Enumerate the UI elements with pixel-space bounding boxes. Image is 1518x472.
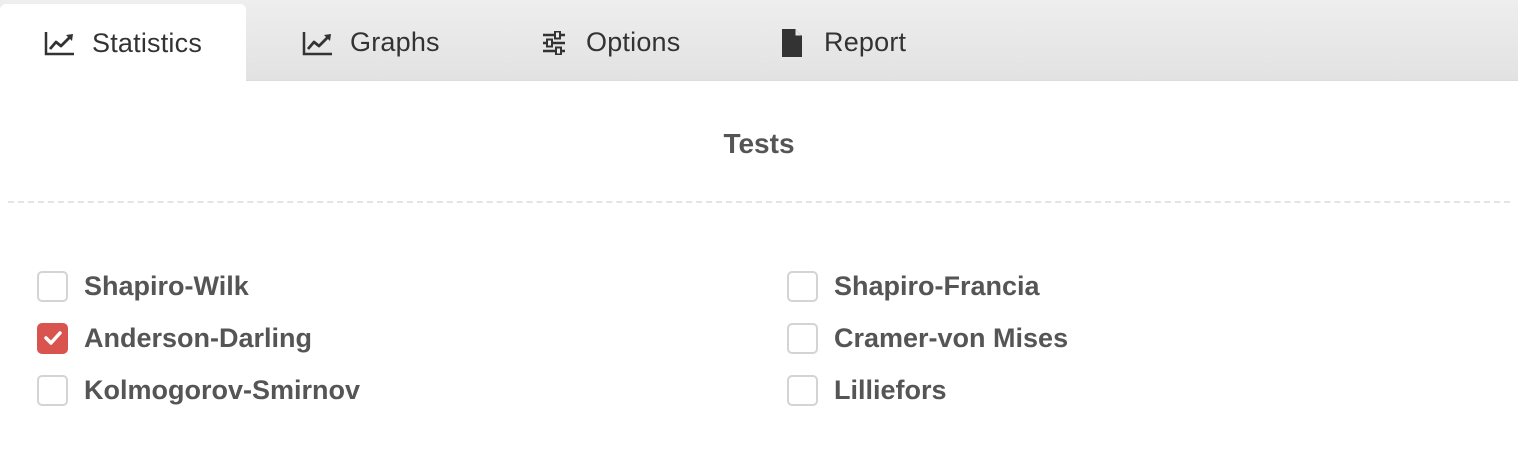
test-label: Shapiro-Wilk bbox=[84, 270, 249, 301]
test-label: Anderson-Darling bbox=[84, 322, 313, 353]
tab-report[interactable]: Report bbox=[776, 4, 976, 81]
tab-label: Options bbox=[586, 27, 681, 57]
tab-options[interactable]: Options bbox=[538, 4, 738, 81]
tab-statistics[interactable]: Statistics bbox=[0, 4, 246, 82]
test-option-kolmogorov-smirnov[interactable]: Kolmogorov-Smirnov bbox=[37, 373, 360, 407]
sliders-icon bbox=[538, 27, 570, 59]
test-label: Lilliefors bbox=[834, 374, 947, 405]
test-label: Shapiro-Francia bbox=[834, 270, 1040, 301]
test-option-lilliefors[interactable]: Lilliefors bbox=[787, 373, 947, 407]
checkbox[interactable] bbox=[37, 270, 68, 302]
file-icon bbox=[776, 27, 808, 59]
checkbox[interactable] bbox=[37, 322, 68, 354]
tab-label: Report bbox=[824, 27, 907, 57]
test-option-cramer-von-mises[interactable]: Cramer-von Mises bbox=[787, 321, 1068, 355]
checkbox[interactable] bbox=[787, 270, 818, 302]
checkbox[interactable] bbox=[37, 374, 68, 406]
tab-label: Statistics bbox=[92, 27, 203, 58]
test-label: Cramer-von Mises bbox=[834, 322, 1069, 353]
checkbox[interactable] bbox=[787, 374, 818, 406]
line-chart-icon bbox=[44, 27, 76, 59]
tab-label: Graphs bbox=[350, 27, 440, 57]
checkmark-icon bbox=[43, 331, 62, 345]
divider bbox=[8, 201, 1510, 203]
line-chart-icon bbox=[302, 27, 334, 59]
test-option-anderson-darling[interactable]: Anderson-Darling bbox=[37, 321, 312, 355]
section-title: Tests bbox=[723, 128, 795, 159]
test-option-shapiro-wilk[interactable]: Shapiro-Wilk bbox=[37, 269, 249, 303]
checkbox[interactable] bbox=[787, 322, 818, 354]
test-option-shapiro-francia[interactable]: Shapiro-Francia bbox=[787, 269, 1040, 303]
test-label: Kolmogorov-Smirnov bbox=[84, 374, 361, 405]
tab-graphs[interactable]: Graphs bbox=[302, 4, 502, 81]
tab-bar: Statistics Graphs Options Report bbox=[0, 0, 1518, 82]
